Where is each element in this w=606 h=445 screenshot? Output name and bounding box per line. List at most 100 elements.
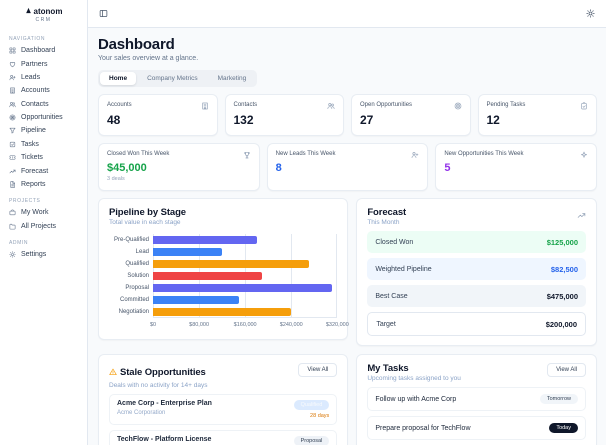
users-icon <box>327 103 335 109</box>
sidebar-item-partners[interactable]: Partners <box>0 57 87 70</box>
tab-marketing[interactable]: Marketing <box>209 72 256 85</box>
sidebar-item-leads[interactable]: Leads <box>0 71 87 84</box>
chart-category-label: Pre-Qualified <box>113 237 149 243</box>
my-tasks-title: My Tasks <box>367 363 409 374</box>
task-item[interactable]: Prepare proposal for TechFlow Today <box>367 416 586 440</box>
stale-opportunities-list: Acme Corp - Enterprise Plan Acme Corporat… <box>109 394 338 445</box>
theme-toggle-button[interactable] <box>586 5 595 23</box>
sidebar-item-opportunities[interactable]: Opportunities <box>0 111 87 124</box>
tasks-icon <box>9 141 16 147</box>
target-icon <box>454 102 461 110</box>
sidebar-item-settings[interactable]: Settings <box>0 248 87 261</box>
x-axis-tick: $240,000 <box>279 322 303 328</box>
sidebar-item-label: Tasks <box>21 140 39 148</box>
chart-row-proposal: Proposal <box>109 282 337 294</box>
forecast-row-target: Target $200,000 <box>367 312 586 336</box>
bottom-row: Stale Opportunities Deals with no activi… <box>98 354 597 445</box>
chart-bar-negotiation <box>153 308 292 316</box>
sidebar-item-tickets[interactable]: Tickets <box>0 151 87 164</box>
forecast-row-label: Target <box>376 320 396 328</box>
chart-bar-proposal <box>153 284 332 292</box>
my-tasks-card: My Tasks Upcoming tasks assigned to you … <box>356 354 597 445</box>
warning-icon <box>109 363 117 381</box>
chart-bar-committed <box>153 296 240 304</box>
chart-row-lead: Lead <box>109 246 337 258</box>
logo-subtext: CRM <box>35 17 52 23</box>
chart-row-negotiation: Negotiation <box>109 306 337 318</box>
week-card-closed-won-this-week: Closed Won This Week $45,000 3 deals <box>98 143 260 191</box>
forecast-icon <box>9 169 16 173</box>
sidebar-item-label: Forecast <box>21 167 49 175</box>
forecast-row-value: $82,500 <box>550 264 578 274</box>
reports-icon <box>10 181 15 188</box>
sidebar-item-contacts[interactable]: Contacts <box>0 98 87 111</box>
sidebar-item-label: Contacts <box>21 100 49 108</box>
leads-icon <box>9 74 16 81</box>
main-area: Dashboard Your sales overview at a glanc… <box>88 0 606 445</box>
opportunities-icon <box>9 114 16 121</box>
forecast-row-label: Closed Won <box>375 238 414 246</box>
tasks-view-all-button[interactable]: View All <box>547 363 586 377</box>
week-card-subtext: 3 deals <box>107 176 125 182</box>
stat-card-accounts: Accounts 48 <box>98 94 218 136</box>
warning-icon <box>109 368 117 375</box>
all-projects-icon <box>9 223 16 230</box>
tab-company-metrics[interactable]: Company Metrics <box>138 72 207 85</box>
chart-bar-pre-qualified <box>153 236 257 244</box>
sidebar-item-label: All Projects <box>21 222 57 230</box>
forecast-row-label: Weighted Pipeline <box>375 265 432 273</box>
sidebar-item-tasks[interactable]: Tasks <box>0 138 87 151</box>
task-list: Follow up with Acme Corp Tomorrow Prepare … <box>367 387 586 445</box>
topbar <box>88 0 606 28</box>
tab-home[interactable]: Home <box>100 72 137 85</box>
forecast-row-value: $200,000 <box>545 319 577 329</box>
contacts-icon <box>9 101 16 107</box>
x-axis-tick: $160,000 <box>233 322 257 328</box>
logo[interactable]: atonom CRM <box>0 7 87 29</box>
chart-bar-solution <box>153 272 263 280</box>
sidebar-item-label: Reports <box>21 180 46 188</box>
chart-row-committed: Committed <box>109 294 337 306</box>
stale-view-all-button[interactable]: View All <box>298 363 338 377</box>
sidebar-item-all-projects[interactable]: All Projects <box>0 220 87 233</box>
stat-card-open-opportunities: Open Opportunities 27 <box>351 94 471 136</box>
opportunity-company: Acme Corporation <box>117 409 166 416</box>
task-item[interactable]: Follow up with Acme Corp Tomorrow <box>367 387 586 411</box>
due-badge: Today <box>549 423 578 433</box>
sidebar-item-forecast[interactable]: Forecast <box>0 164 87 177</box>
stage-badge: Proposal <box>293 435 330 445</box>
stat-label: Accounts <box>107 102 132 108</box>
stat-value: 12 <box>486 113 500 127</box>
sidebar-item-my-work[interactable]: My Work <box>0 206 87 219</box>
x-axis-tick: $80,000 <box>189 322 210 328</box>
pipeline-chart-subtitle: Total value in each stage <box>109 219 181 226</box>
forecast-subtitle: This Month <box>367 219 400 226</box>
trending-up-icon <box>577 213 586 218</box>
sidebar-toggle-button[interactable] <box>99 5 108 23</box>
settings-icon <box>9 251 16 258</box>
forecast-title: Forecast <box>367 207 407 218</box>
chart-category-label: Lead <box>135 249 149 255</box>
week-card-new-leads-this-week: New Leads This Week 8 <box>266 143 429 191</box>
stat-label: Pending Tasks <box>486 102 526 108</box>
stats-row: Accounts 48 Contacts 132 Open Opportunities 2… <box>98 94 597 136</box>
due-badge: Tomorrow <box>539 394 578 404</box>
stale-opportunity-item[interactable]: Acme Corp - Enterprise Plan Acme Corporat… <box>109 394 338 425</box>
sidebar-item-dashboard[interactable]: Dashboard <box>0 44 87 57</box>
sidebar-item-label: Tickets <box>21 154 43 162</box>
sidebar-item-pipeline[interactable]: Pipeline <box>0 124 87 137</box>
opportunity-title: Acme Corp - Enterprise Plan <box>117 400 212 407</box>
stat-value: 132 <box>233 113 254 127</box>
forecast-card: Forecast This Month Closed Won $125,000 We… <box>356 198 597 346</box>
forecast-row-value: $125,000 <box>546 237 578 247</box>
my-work-icon <box>9 209 16 216</box>
nav-section-label-admin: Admin <box>9 239 29 246</box>
sidebar-item-accounts[interactable]: Accounts <box>0 84 87 97</box>
page-subtitle: Your sales overview at a glance. <box>98 55 199 62</box>
stat-label: Open Opportunities <box>360 102 413 108</box>
sidebar-item-reports[interactable]: Reports <box>0 178 87 191</box>
forecast-row-best-case: Best Case $475,000 <box>367 285 586 307</box>
week-card-value: 8 <box>275 162 282 174</box>
stale-opportunity-item[interactable]: TechFlow - Platform LicenseTechFlow Solu… <box>109 429 338 445</box>
x-axis-tick: $320,000 <box>325 322 349 328</box>
